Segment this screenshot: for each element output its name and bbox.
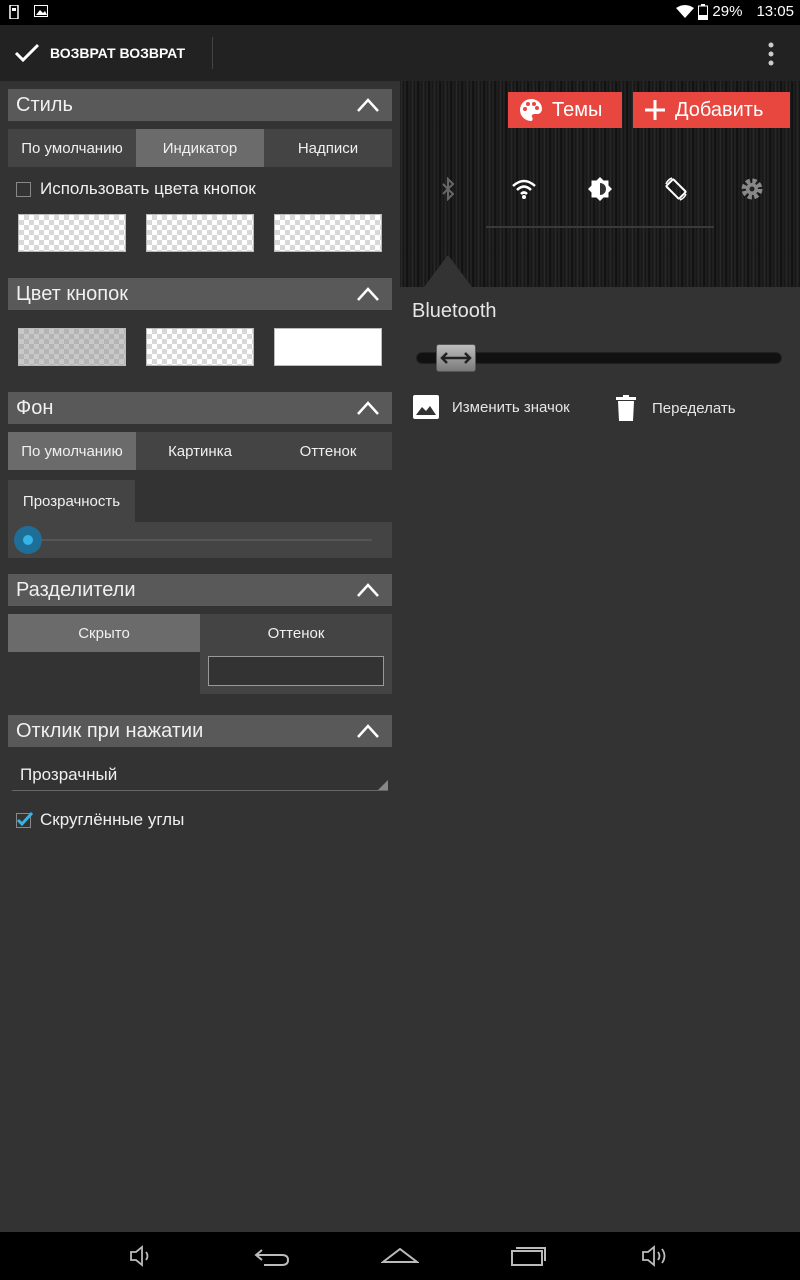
touch-feedback-dropdown-value: Прозрачный [20, 765, 118, 784]
action-bar-divider [212, 37, 213, 69]
navigation-bar [0, 1232, 800, 1280]
dividers-tint-swatch[interactable] [208, 656, 384, 686]
collapse-icon [357, 583, 379, 597]
palette-icon [520, 99, 543, 121]
add-button[interactable]: Добавить [633, 92, 790, 128]
tab-style-default[interactable]: По умолчанию [8, 129, 136, 167]
button-color-section-title: Цвет кнопок [16, 282, 128, 305]
rounded-corners-checkbox[interactable] [16, 811, 34, 828]
preview-panel: Темы Добавить Bluetooth Изменить значок … [400, 81, 800, 1232]
change-icon-button[interactable]: Изменить значок [413, 395, 570, 419]
tab-style-indicator[interactable]: Индикатор [136, 129, 264, 167]
background-section-title: Фон [16, 396, 54, 419]
dividers-tint-label: Оттенок [267, 624, 325, 642]
action-bar: ВОЗВРАТ ВОЗВРАТ [0, 25, 800, 81]
image-notification-icon [34, 5, 48, 17]
selected-item-label: Bluetooth [412, 300, 497, 322]
collapse-icon [357, 724, 379, 738]
checkmark-icon [14, 43, 40, 63]
tab-background-tint[interactable]: Оттенок [264, 432, 392, 470]
auto-rotate-icon[interactable] [663, 176, 689, 202]
style-color-swatch-1[interactable] [18, 214, 126, 252]
volume-up-icon[interactable] [640, 1244, 674, 1268]
touch-feedback-dropdown[interactable]: Прозрачный [12, 757, 388, 791]
brightness-icon[interactable] [587, 176, 613, 202]
done-button[interactable]: ВОЗВРАТ ВОЗВРАТ [0, 25, 212, 81]
overflow-menu-icon[interactable] [766, 42, 776, 66]
settings-panel: Стиль По умолчанию Индикатор Надписи Исп… [0, 81, 400, 1232]
plus-icon [645, 100, 665, 120]
remake-button[interactable]: Переделать [616, 395, 736, 421]
resize-horizontal-icon [440, 352, 472, 364]
bluetooth-icon[interactable] [436, 177, 460, 201]
collapse-icon [357, 401, 379, 415]
touch-feedback-section-header[interactable]: Отклик при нажатии [8, 715, 392, 747]
home-icon[interactable] [381, 1246, 419, 1266]
dividers-tint-option[interactable]: Оттенок [200, 614, 392, 694]
tab-style-labels[interactable]: Надписи [264, 129, 392, 167]
dividers-section-title: Разделители [16, 578, 136, 601]
button-color-swatch-2[interactable] [146, 328, 254, 366]
recent-apps-icon[interactable] [510, 1244, 548, 1268]
wifi-toggle-icon[interactable] [511, 178, 537, 200]
style-section-header[interactable]: Стиль [8, 89, 392, 121]
volume-down-icon[interactable] [128, 1244, 158, 1268]
toggle-bar-preview: Темы Добавить [400, 81, 800, 287]
remake-label: Переделать [652, 399, 736, 417]
background-section-header[interactable]: Фон [8, 392, 392, 424]
use-button-colors-row[interactable]: Использовать цвета кнопок [16, 179, 256, 199]
style-section-title: Стиль [16, 93, 73, 116]
tab-background-default[interactable]: По умолчанию [8, 432, 136, 470]
touch-feedback-section-title: Отклик при нажатии [16, 719, 204, 742]
use-button-colors-label: Использовать цвета кнопок [40, 179, 256, 198]
tab-background-image[interactable]: Картинка [136, 432, 264, 470]
dropdown-corner-icon [378, 780, 388, 790]
add-button-label: Добавить [675, 98, 764, 121]
dividers-section-header[interactable]: Разделители [8, 574, 392, 606]
themes-button[interactable]: Темы [508, 92, 622, 128]
transparency-slider-thumb[interactable] [14, 526, 42, 554]
background-tabs: По умолчанию Картинка Оттенок [8, 432, 392, 470]
use-button-colors-checkbox[interactable] [16, 181, 31, 197]
button-color-swatch-3[interactable] [274, 328, 382, 366]
rounded-corners-row[interactable]: Скруглённые углы [16, 810, 184, 830]
trash-icon [616, 395, 636, 421]
usb-icon [9, 5, 19, 19]
clock: 13:05 [756, 3, 794, 20]
back-icon[interactable] [254, 1244, 290, 1268]
transparency-slider[interactable] [8, 522, 392, 558]
preview-divider [486, 226, 714, 228]
style-color-swatch-2[interactable] [146, 214, 254, 252]
themes-button-label: Темы [552, 98, 603, 121]
rounded-corners-label: Скруглённые углы [40, 810, 185, 829]
button-color-swatch-1[interactable] [18, 328, 126, 366]
transparency-slider-track [28, 539, 372, 541]
wifi-icon [676, 4, 695, 18]
button-color-section-header[interactable]: Цвет кнопок [8, 278, 392, 310]
dividers-hidden-option[interactable]: Скрыто [8, 614, 200, 652]
collapse-icon [357, 287, 379, 301]
status-bar: 29% 13:05 [0, 0, 800, 25]
change-icon-label: Изменить значок [452, 398, 570, 416]
battery-percent: 29% [712, 3, 743, 20]
check-icon [16, 811, 34, 826]
image-icon [413, 395, 439, 419]
settings-gear-icon[interactable] [739, 176, 765, 202]
battery-icon [698, 3, 709, 20]
style-color-swatch-3[interactable] [274, 214, 382, 252]
style-tabs: По умолчанию Индикатор Надписи [8, 129, 392, 167]
collapse-icon [357, 98, 379, 112]
done-label: ВОЗВРАТ ВОЗВРАТ [50, 45, 186, 61]
transparency-label: Прозрачность [8, 480, 135, 522]
selection-pointer [424, 255, 472, 287]
item-width-slider-thumb[interactable] [436, 344, 476, 372]
